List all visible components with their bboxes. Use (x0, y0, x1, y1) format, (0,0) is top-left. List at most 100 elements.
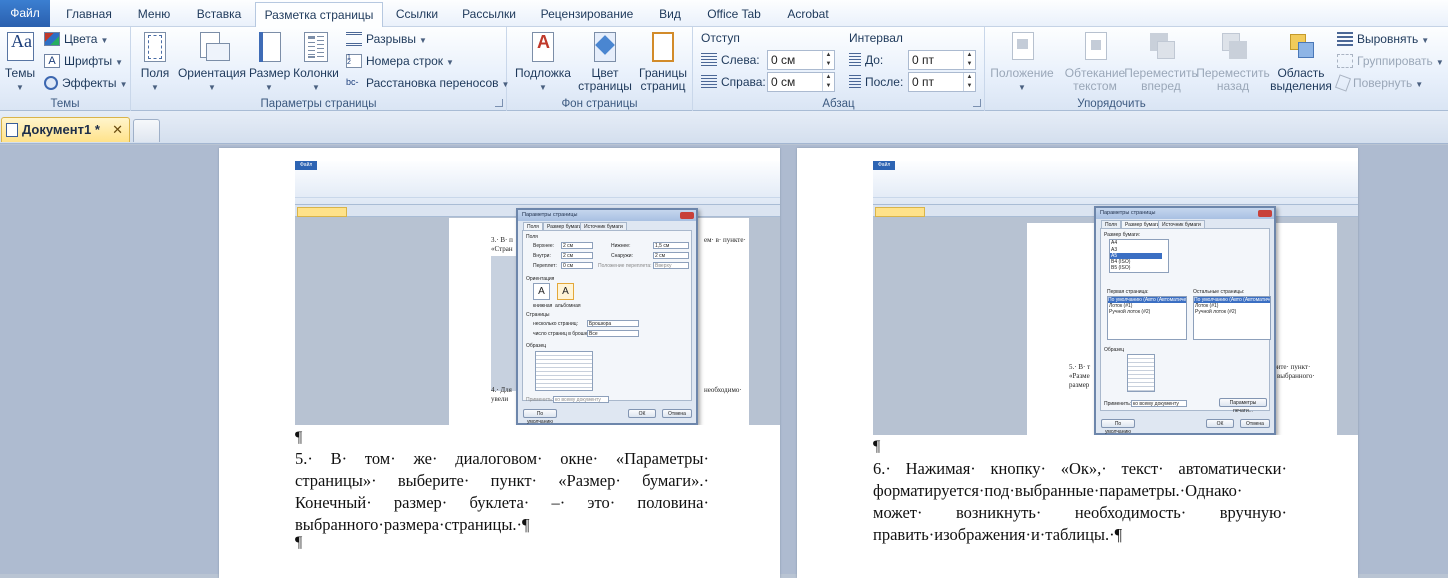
document-icon (6, 123, 18, 137)
field-top-input[interactable]: 2 см (561, 242, 593, 249)
indent-left-label: Слева: (701, 50, 760, 70)
dialog-cancel-button[interactable]: Отмена (662, 409, 692, 418)
breaks-button[interactable]: Разрывы ▼ (346, 29, 427, 49)
mini-bg-text: увели (491, 395, 509, 403)
document-tab[interactable]: Документ1 * ✕ (1, 117, 130, 142)
sample-preview (1127, 354, 1155, 392)
themes-button[interactable]: Aa Темы ▼ (2, 31, 38, 94)
landscape-option[interactable]: A (557, 283, 574, 300)
indent-left-input[interactable]: 0 см ▲ ▼ (767, 50, 835, 70)
orientation-button[interactable]: Ориентация ▼ (177, 31, 247, 94)
sample-preview (535, 351, 593, 391)
size-button[interactable]: Размер ▼ (249, 31, 290, 94)
send-backward-button[interactable]: Переместить назад (1195, 31, 1271, 93)
ribbon-tab-strip: Файл Главная Меню Вставка Разметка стран… (0, 0, 1448, 28)
tab-office-tab[interactable]: Office Tab (698, 2, 770, 27)
indent-right-spinner-icon[interactable]: ▲ ▼ (822, 73, 834, 91)
paragraph-mark: ¶ (295, 429, 303, 446)
tab-file[interactable]: Файл (0, 0, 50, 27)
spacing-before-input[interactable]: 0 пт ▲ ▼ (908, 50, 976, 70)
selection-pane-button[interactable]: Область выделения (1269, 31, 1333, 93)
indent-right-input[interactable]: 0 см ▲ ▼ (767, 72, 835, 92)
mini-bg-text: необходимо· (704, 386, 742, 394)
tab-view[interactable]: Вид (648, 2, 692, 27)
mini-doc-tab (875, 207, 925, 217)
other-pages-list[interactable]: По умолчанию (Авто (Автоматический выбор… (1193, 296, 1271, 340)
mini-bg-text: «Стран (491, 245, 513, 253)
page-color-button[interactable]: Цвет страницы (577, 31, 633, 93)
paper-size-item[interactable]: A4 (1111, 240, 1117, 246)
tab-acrobat[interactable]: Acrobat (776, 2, 840, 27)
field-inner-input[interactable]: 2 см (561, 252, 593, 259)
tab-insert[interactable]: Вставка (186, 2, 252, 27)
bring-forward-button[interactable]: Переместить вперед (1123, 31, 1199, 93)
tab-references[interactable]: Ссылки (388, 2, 446, 27)
document-workspace: Файл 3.· В· п ем· в· пункте· «Стран 4.· … (0, 145, 1448, 578)
line-numbers-button[interactable]: 1 2 Номера строк ▼ (346, 51, 454, 71)
dialog-title: Параметры страницы (518, 210, 696, 221)
effects-button[interactable]: Эффекты ▼ (44, 73, 127, 93)
dialog-ok-button[interactable]: ОК (628, 409, 656, 418)
mini-ribbon-tabs: Файл (295, 161, 780, 170)
dialog-default-button[interactable]: По умолчанию (523, 409, 557, 425)
paragraph-text: 5.· В· том· же· диалоговом· окне· «Парам… (295, 449, 709, 534)
tab-page-layout[interactable]: Разметка страницы (255, 2, 383, 28)
field-outer-input[interactable]: 2 см (653, 252, 689, 259)
field-gutter-pos-select[interactable]: Вверху (653, 262, 689, 269)
mini-bg-text: размер (1069, 381, 1090, 389)
apply-select[interactable]: ко всему документу (553, 396, 609, 403)
tab-menu[interactable]: Меню (126, 2, 182, 27)
paper-size-item[interactable]: B5 (ISO) (1111, 265, 1130, 271)
mini-ribbon: Файл (873, 161, 1358, 205)
position-button[interactable]: Положение ▼ (989, 31, 1055, 94)
apply-select[interactable]: ко всему документу (1131, 400, 1187, 407)
print-options-button[interactable]: Параметры печати... (1219, 398, 1267, 414)
paper-size-list[interactable]: A4 A3 A5 B4 (ISO) B5 (ISO) (1109, 239, 1169, 273)
spacing-after-input[interactable]: 0 пт ▲ ▼ (908, 72, 976, 92)
page-borders-button[interactable]: Границы страниц (637, 31, 689, 93)
spacing-before-spinner-icon[interactable]: ▲ ▼ (963, 51, 975, 69)
dialog-ok-button[interactable]: ОК (1206, 419, 1234, 428)
first-page-list[interactable]: По умолчанию (Авто (Автоматический выбор… (1107, 296, 1187, 340)
field-bottom-input[interactable]: 1,5 см (653, 242, 689, 249)
dialog-title: Параметры страницы (1096, 208, 1274, 219)
new-tab-button[interactable] (133, 119, 160, 142)
group-button[interactable]: Группировать ▼ (1337, 51, 1444, 71)
close-tab-icon[interactable]: ✕ (112, 118, 123, 142)
wrap-text-button[interactable]: Обтекание текстом (1057, 31, 1133, 93)
fonts-button[interactable]: A Шрифты ▼ (44, 51, 123, 71)
multiple-pages-select[interactable]: Брошюра (587, 320, 639, 327)
spacing-after-spinner-icon[interactable]: ▲ ▼ (963, 73, 975, 91)
dialog-cancel-button[interactable]: Отмена (1240, 419, 1270, 428)
portrait-label: книжная (533, 303, 553, 309)
spacing-before-label: До: (849, 50, 883, 70)
dialog-body: Размер бумаги: A4 A3 A5 B4 (ISO) B5 (ISO… (1100, 228, 1271, 414)
hyphenation-button[interactable]: bc- Расстановка переносов ▼ (346, 73, 509, 93)
tab-home[interactable]: Главная (56, 2, 122, 27)
paragraph-mark: ¶ (295, 534, 303, 551)
indent-right-icon (701, 74, 717, 89)
tab-mailings[interactable]: Рассылки (452, 2, 526, 27)
sheets-select[interactable]: Все (587, 330, 639, 337)
paragraph-launcher-icon[interactable] (973, 99, 981, 107)
dialog-close-icon[interactable] (1258, 210, 1272, 217)
watermark-icon: A (528, 31, 558, 63)
themes-icon: Aa (5, 31, 35, 63)
margins-button[interactable]: Поля ▼ (137, 31, 173, 94)
columns-button[interactable]: Колонки ▼ (291, 31, 341, 94)
align-button[interactable]: Выровнять ▼ (1337, 29, 1429, 49)
send-backward-icon (1218, 31, 1248, 63)
rotate-button[interactable]: Повернуть ▼ (1334, 73, 1423, 93)
page-setup-launcher-icon[interactable] (495, 99, 503, 107)
portrait-option[interactable]: A (533, 283, 550, 300)
watermark-button[interactable]: A Подложка ▼ (513, 31, 573, 94)
field-gutter-input[interactable]: 0 см (561, 262, 593, 269)
other-pages-item[interactable]: Ручной лоток (#2) (1195, 309, 1236, 315)
dialog-default-button[interactable]: По умолчанию (1101, 419, 1135, 435)
indent-left-spinner-icon[interactable]: ▲ ▼ (822, 51, 834, 69)
colors-button[interactable]: Цвета ▼ (44, 29, 108, 49)
section-fields: Поля (526, 234, 538, 240)
tab-review[interactable]: Рецензирование (532, 2, 642, 27)
dialog-close-icon[interactable] (680, 212, 694, 219)
first-page-item[interactable]: Ручной лоток (#2) (1109, 309, 1150, 315)
